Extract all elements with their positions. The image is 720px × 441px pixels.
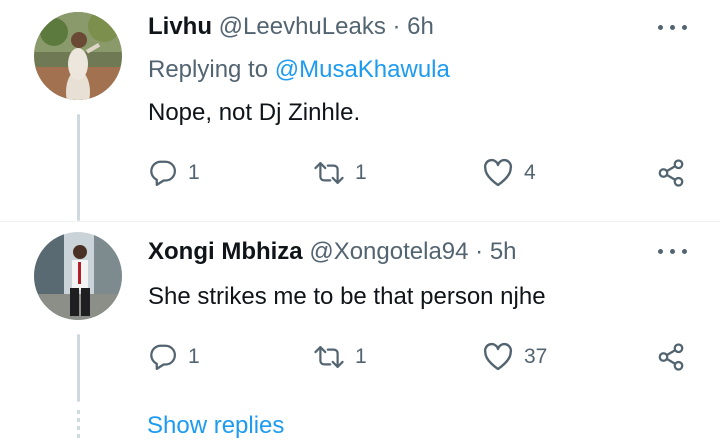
- like-icon: [483, 158, 513, 187]
- tweet-header: Xongi Mbhiza @Xongotela94 · 5h: [148, 238, 517, 266]
- replying-to: Replying to @MusaKhawula: [148, 56, 450, 84]
- reply-count: 1: [188, 345, 200, 368]
- reply-button[interactable]: 1: [148, 158, 200, 188]
- avatar[interactable]: [34, 12, 122, 100]
- retweet-count: 1: [355, 161, 367, 184]
- like-icon: [483, 342, 513, 371]
- separator: ·: [392, 13, 401, 40]
- reply-icon: [150, 160, 176, 186]
- tweet-2[interactable]: Xongi Mbhiza @Xongotela94 · 5h She strik…: [0, 222, 720, 402]
- replying-label: Replying to: [148, 56, 269, 83]
- mention-link[interactable]: @MusaKhawula: [275, 56, 450, 83]
- like-count: 4: [524, 161, 536, 184]
- retweet-count: 1: [355, 345, 367, 368]
- tweet-header: Livhu @LeevhuLeaks · 6h: [148, 13, 434, 41]
- reply-count: 1: [188, 161, 200, 184]
- retweet-icon: [314, 162, 344, 184]
- tweet-1[interactable]: Livhu @LeevhuLeaks · 6h Replying to @Mus…: [0, 0, 720, 221]
- user-handle[interactable]: @LeevhuLeaks: [219, 13, 386, 40]
- timestamp[interactable]: 6h: [407, 13, 434, 40]
- like-button[interactable]: 4: [482, 158, 536, 188]
- like-button[interactable]: 37: [482, 342, 547, 372]
- more-icon[interactable]: [657, 21, 689, 35]
- action-bar: 1 1 37: [0, 342, 720, 372]
- display-name[interactable]: Xongi Mbhiza: [148, 238, 303, 265]
- share-icon: [658, 159, 684, 187]
- retweet-icon: [314, 346, 344, 368]
- user-handle[interactable]: @Xongotela94: [309, 238, 468, 265]
- share-button[interactable]: [655, 342, 687, 372]
- separator: ·: [475, 238, 484, 265]
- more-icon[interactable]: [657, 245, 689, 259]
- show-replies-link[interactable]: Show replies: [147, 412, 284, 440]
- avatar[interactable]: [34, 232, 122, 320]
- timestamp[interactable]: 5h: [490, 238, 517, 265]
- share-button[interactable]: [655, 158, 687, 188]
- like-count: 37: [524, 345, 548, 368]
- tweet-text: She strikes me to be that person njhe: [148, 283, 546, 310]
- action-bar: 1 1 4: [0, 158, 720, 188]
- share-icon: [658, 343, 684, 371]
- retweet-button[interactable]: 1: [313, 342, 367, 372]
- retweet-button[interactable]: 1: [313, 158, 367, 188]
- reply-icon: [150, 344, 176, 370]
- tweet-text: Nope, not Dj Zinhle.: [148, 99, 361, 126]
- display-name[interactable]: Livhu: [148, 13, 212, 40]
- thread-continuation: [77, 410, 80, 440]
- reply-button[interactable]: 1: [148, 342, 200, 372]
